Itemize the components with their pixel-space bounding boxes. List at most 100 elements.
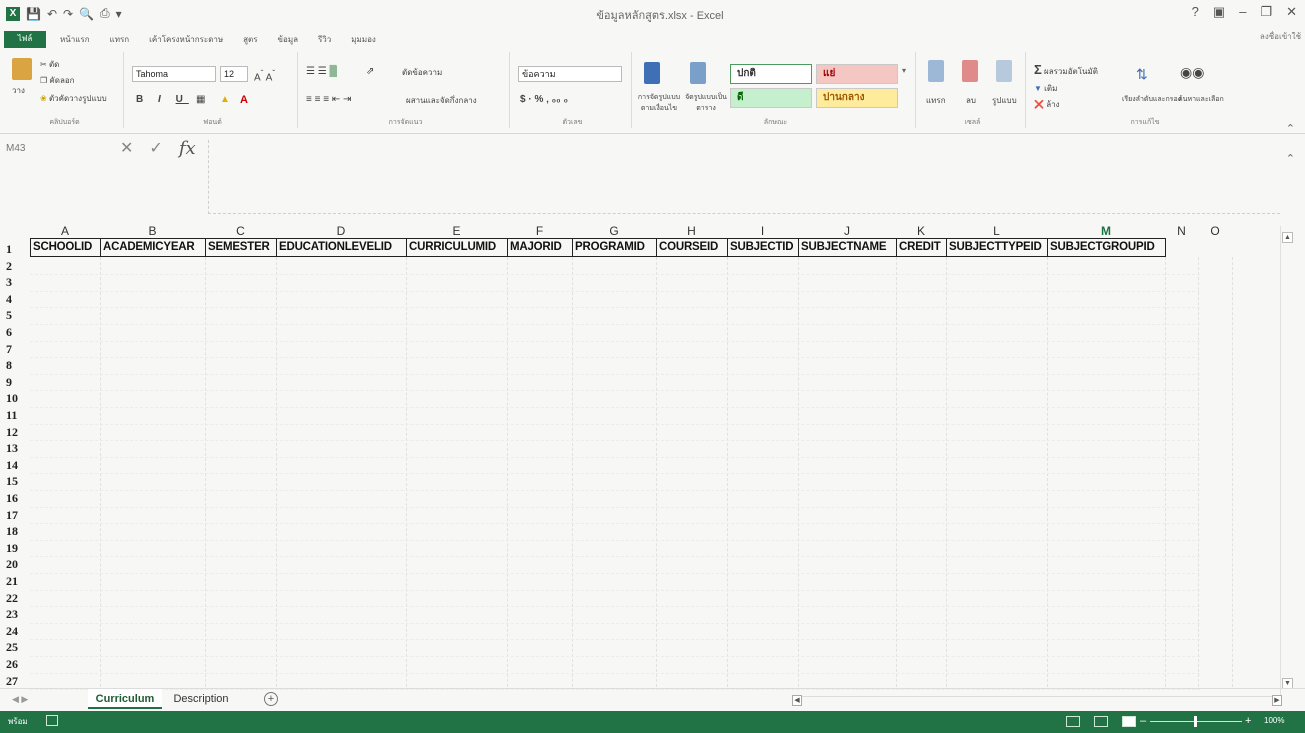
fill-button[interactable]: ▼ เติม bbox=[1034, 82, 1057, 95]
formula-input[interactable] bbox=[208, 140, 1280, 214]
tab-data[interactable]: ข้อมูล bbox=[268, 32, 308, 48]
column-header-h[interactable]: H bbox=[656, 224, 727, 238]
style-good[interactable]: ดี bbox=[730, 88, 812, 108]
cancel-entry-icon[interactable]: ✕ bbox=[120, 138, 133, 159]
insert-function-icon[interactable]: fx bbox=[179, 138, 196, 159]
row-header-8[interactable]: 8 bbox=[6, 357, 28, 374]
collapse-ribbon-icon[interactable]: ⌃ bbox=[1286, 122, 1295, 135]
page-layout-view-icon[interactable] bbox=[1094, 716, 1108, 727]
row-header-10[interactable]: 10 bbox=[6, 390, 28, 407]
sign-in-link[interactable]: ลงชื่อเข้าใช้ bbox=[1260, 30, 1301, 43]
horizontal-scrollbar[interactable]: ◀ ▶ bbox=[792, 695, 1282, 706]
column-header-c[interactable]: C bbox=[205, 224, 276, 238]
header-cell-b[interactable]: ACADEMICYEAR bbox=[100, 238, 206, 257]
format-as-table-icon[interactable] bbox=[690, 62, 706, 84]
tab-insert[interactable]: แทรก bbox=[100, 32, 140, 48]
autosum-button[interactable]: Σ ผลรวมอัตโนมัติ bbox=[1034, 62, 1098, 78]
cut-button[interactable]: ✂ ตัด bbox=[40, 58, 59, 71]
macro-record-icon[interactable] bbox=[46, 715, 58, 726]
undo-icon[interactable]: ↶ bbox=[47, 7, 57, 21]
row-header-18[interactable]: 18 bbox=[6, 523, 28, 540]
insert-cells-button[interactable]: แทรก bbox=[926, 94, 946, 107]
font-color-icon[interactable]: A bbox=[240, 94, 248, 106]
delete-cells-button[interactable]: ลบ bbox=[966, 94, 976, 107]
row-header-25[interactable]: 25 bbox=[6, 639, 28, 656]
row-header-16[interactable]: 16 bbox=[6, 490, 28, 507]
header-cell-k[interactable]: CREDIT bbox=[896, 238, 947, 257]
zoom-in-icon[interactable]: + bbox=[1245, 715, 1251, 727]
restore-icon[interactable]: ❐ bbox=[1260, 4, 1272, 20]
row-header-7[interactable]: 7 bbox=[6, 341, 28, 358]
print-preview-icon[interactable]: 🔍 bbox=[79, 7, 94, 21]
row-header-4[interactable]: 4 bbox=[6, 291, 28, 308]
conditional-format-icon[interactable] bbox=[644, 62, 660, 84]
column-header-k[interactable]: K bbox=[896, 224, 946, 238]
column-header-o[interactable]: O bbox=[1198, 224, 1232, 238]
zoom-level[interactable]: 100% bbox=[1264, 716, 1284, 725]
find-select-button[interactable]: ค้นหาและเลือก bbox=[1178, 94, 1224, 105]
header-cell-c[interactable]: SEMESTER bbox=[205, 238, 277, 257]
scroll-left-icon[interactable]: ◀ bbox=[792, 695, 802, 706]
paste-button[interactable]: วาง bbox=[12, 84, 25, 97]
style-normal[interactable]: ปกติ bbox=[730, 64, 812, 84]
column-header-j[interactable]: J bbox=[798, 224, 896, 238]
insert-cells-icon[interactable] bbox=[928, 60, 944, 82]
worksheet-grid[interactable]: ABCDEFGHIJKLMNO 1 2 3 4 5 6 7 8 9 10 11 12 13 14 15 16 1… bbox=[0, 222, 1280, 691]
horizontal-align-icons[interactable]: ≡ ≡ ≡ ⇤ ⇥ bbox=[306, 94, 351, 105]
row-header-1[interactable]: 1 bbox=[6, 241, 28, 258]
column-header-l[interactable]: L bbox=[946, 224, 1047, 238]
tab-file[interactable]: ไฟล์ bbox=[4, 31, 46, 48]
sort-filter-button[interactable]: เรียงลำดับและกรอง bbox=[1122, 94, 1181, 105]
format-painter-button[interactable]: ❀ ตัวคัดวางรูปแบบ bbox=[40, 92, 107, 105]
page-break-view-icon[interactable] bbox=[1122, 716, 1136, 727]
clear-button[interactable]: ❌ ล้าง bbox=[1034, 98, 1060, 111]
row-header-6[interactable]: 6 bbox=[6, 324, 28, 341]
zoom-out-icon[interactable]: – bbox=[1140, 715, 1146, 727]
row-header-5[interactable]: 5 bbox=[6, 307, 28, 324]
number-format-icons[interactable]: $ · % ‚ ₀₀ ₀ bbox=[520, 94, 568, 105]
row-header-13[interactable]: 13 bbox=[6, 440, 28, 457]
format-as-table-button[interactable]: จัดรูปแบบเป็นตาราง bbox=[684, 92, 728, 114]
column-header-a[interactable]: A bbox=[30, 224, 100, 238]
row-header-20[interactable]: 20 bbox=[6, 556, 28, 573]
format-cells-button[interactable]: รูปแบบ bbox=[992, 94, 1017, 107]
select-all-corner[interactable] bbox=[0, 222, 30, 237]
ribbon-display-icon[interactable]: ▣ bbox=[1213, 4, 1225, 20]
row-header-15[interactable]: 15 bbox=[6, 473, 28, 490]
bold-italic-underline-buttons[interactable]: B I U bbox=[136, 94, 189, 105]
column-header-i[interactable]: I bbox=[727, 224, 798, 238]
tab-home[interactable]: หน้าแรก bbox=[50, 32, 100, 48]
fill-color-icon[interactable]: ▲ bbox=[220, 94, 230, 105]
row-header-12[interactable]: 12 bbox=[6, 424, 28, 441]
style-bad[interactable]: แย่ bbox=[816, 64, 898, 84]
copy-button[interactable]: ❐ คัดลอก bbox=[40, 74, 75, 87]
close-icon[interactable]: ✕ bbox=[1286, 4, 1297, 20]
header-cell-e[interactable]: CURRICULUMID bbox=[406, 238, 508, 257]
add-sheet-icon[interactable]: + bbox=[264, 692, 278, 706]
column-header-n[interactable]: N bbox=[1165, 224, 1198, 238]
row-header-9[interactable]: 9 bbox=[6, 374, 28, 391]
header-cell-m[interactable]: SUBJECTGROUPID bbox=[1047, 238, 1166, 257]
zoom-slider-knob[interactable] bbox=[1194, 716, 1197, 727]
tab-formulas[interactable]: สูตร bbox=[233, 32, 267, 48]
zoom-slider[interactable] bbox=[1150, 716, 1242, 727]
row-header-23[interactable]: 23 bbox=[6, 606, 28, 623]
sheet-nav-arrows[interactable]: ◀ ▶ bbox=[12, 694, 28, 705]
borders-icon[interactable]: ▦ bbox=[196, 94, 205, 105]
row-header-22[interactable]: 22 bbox=[6, 590, 28, 607]
quick-print-icon[interactable]: ⎙ bbox=[100, 6, 110, 21]
row-header-3[interactable]: 3 bbox=[6, 274, 28, 291]
save-icon[interactable]: 💾 bbox=[26, 7, 41, 21]
column-header-b[interactable]: B bbox=[100, 224, 205, 238]
sort-filter-icon[interactable]: ⇅ bbox=[1136, 66, 1148, 83]
sheet-tab-description[interactable]: Description bbox=[168, 689, 234, 709]
redo-icon[interactable]: ↷ bbox=[63, 7, 73, 21]
header-cell-j[interactable]: SUBJECTNAME bbox=[798, 238, 897, 257]
font-grow-button[interactable]: Aˆ Aˇ bbox=[254, 68, 275, 83]
sheet-tab-curriculum[interactable]: Curriculum bbox=[88, 689, 162, 709]
header-cell-g[interactable]: PROGRAMID bbox=[572, 238, 657, 257]
row-header-2[interactable]: 2 bbox=[6, 258, 28, 275]
name-box[interactable]: M43 bbox=[6, 140, 86, 158]
scroll-right-icon[interactable]: ▶ bbox=[1272, 695, 1282, 706]
tab-review[interactable]: รีวิว bbox=[308, 32, 341, 48]
